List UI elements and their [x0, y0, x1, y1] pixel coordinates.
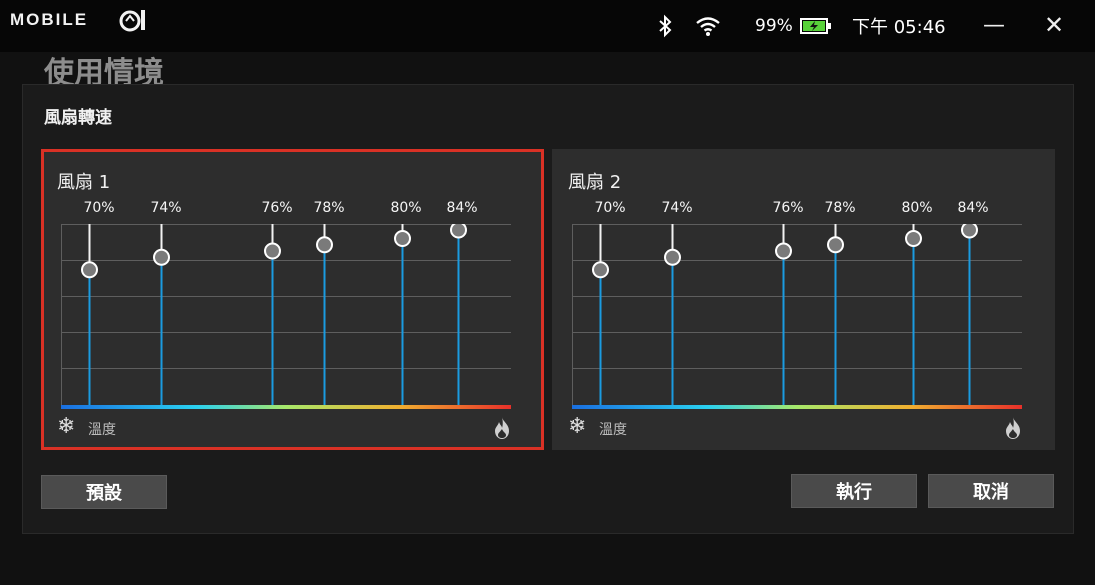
- apply-button[interactable]: 執行: [791, 474, 917, 508]
- minimize-button[interactable]: —: [977, 8, 1011, 42]
- bluetooth-icon[interactable]: [655, 0, 675, 52]
- point-label: 74%: [150, 200, 182, 216]
- fan-curve-graph: [572, 224, 1022, 409]
- point-label: 74%: [661, 200, 693, 216]
- fan-card-2[interactable]: 風扇 2 70% 74% 76% 78% 80% 84% ❄ 溫度: [552, 149, 1055, 450]
- point-label: 80%: [901, 200, 933, 216]
- point-label: 84%: [957, 200, 989, 216]
- point-label: 70%: [83, 200, 115, 216]
- fan-point-handle[interactable]: [316, 236, 333, 254]
- cancel-button[interactable]: 取消: [928, 474, 1054, 508]
- point-label: 78%: [313, 200, 345, 216]
- fan-point-handle[interactable]: [905, 230, 922, 247]
- point-label: 80%: [390, 200, 422, 216]
- close-button[interactable]: ✕: [1037, 8, 1071, 42]
- fan-point-handle[interactable]: [664, 248, 681, 266]
- wifi-icon[interactable]: [694, 0, 722, 52]
- point-label: 78%: [824, 200, 856, 216]
- fan-point-handle[interactable]: [81, 261, 98, 279]
- temperature-label: 溫度: [599, 422, 627, 438]
- fan-name: 風扇 1: [57, 172, 111, 193]
- temperature-gradient-bar: [572, 405, 1022, 409]
- fan-point-handle[interactable]: [264, 242, 281, 260]
- fan-point-handle[interactable]: [394, 230, 411, 247]
- fan-point-handle[interactable]: [775, 242, 792, 260]
- battery-percentage: 99%: [755, 16, 793, 36]
- snowflake-icon: ❄: [568, 414, 587, 439]
- panel-title: 風扇轉速: [44, 108, 112, 128]
- clock: 下午 05:46: [852, 17, 946, 38]
- fan-point-handle[interactable]: [961, 224, 978, 239]
- battery-charging-icon[interactable]: [800, 0, 832, 52]
- fan-speed-panel: 風扇轉速 風扇 1 70% 74% 76% 78% 80% 84% ❄ 溫度 風…: [22, 84, 1074, 534]
- point-label: 84%: [446, 200, 478, 216]
- snowflake-icon: ❄: [57, 414, 76, 439]
- fire-icon: [495, 417, 509, 439]
- mobile01-logo-icon: [119, 10, 145, 32]
- fan-curve-graph: [61, 224, 511, 409]
- fan-point-handle[interactable]: [450, 224, 467, 239]
- point-label: 76%: [261, 200, 293, 216]
- top-bar: MOBILE 99% 下午 05:46 — ✕: [0, 0, 1095, 52]
- point-label: 76%: [772, 200, 804, 216]
- fan-point-handle[interactable]: [592, 261, 609, 279]
- fan-name: 風扇 2: [568, 172, 622, 193]
- fan-point-handle[interactable]: [827, 236, 844, 254]
- fire-icon: [1006, 417, 1020, 439]
- fan-card-1[interactable]: 風扇 1 70% 74% 76% 78% 80% 84% ❄ 溫度: [41, 149, 544, 450]
- temperature-gradient-bar: [61, 405, 511, 409]
- fan-point-handle[interactable]: [153, 248, 170, 266]
- temperature-label: 溫度: [88, 422, 116, 438]
- app-logo: MOBILE: [10, 10, 89, 29]
- point-label: 70%: [594, 200, 626, 216]
- default-button[interactable]: 預設: [41, 475, 167, 509]
